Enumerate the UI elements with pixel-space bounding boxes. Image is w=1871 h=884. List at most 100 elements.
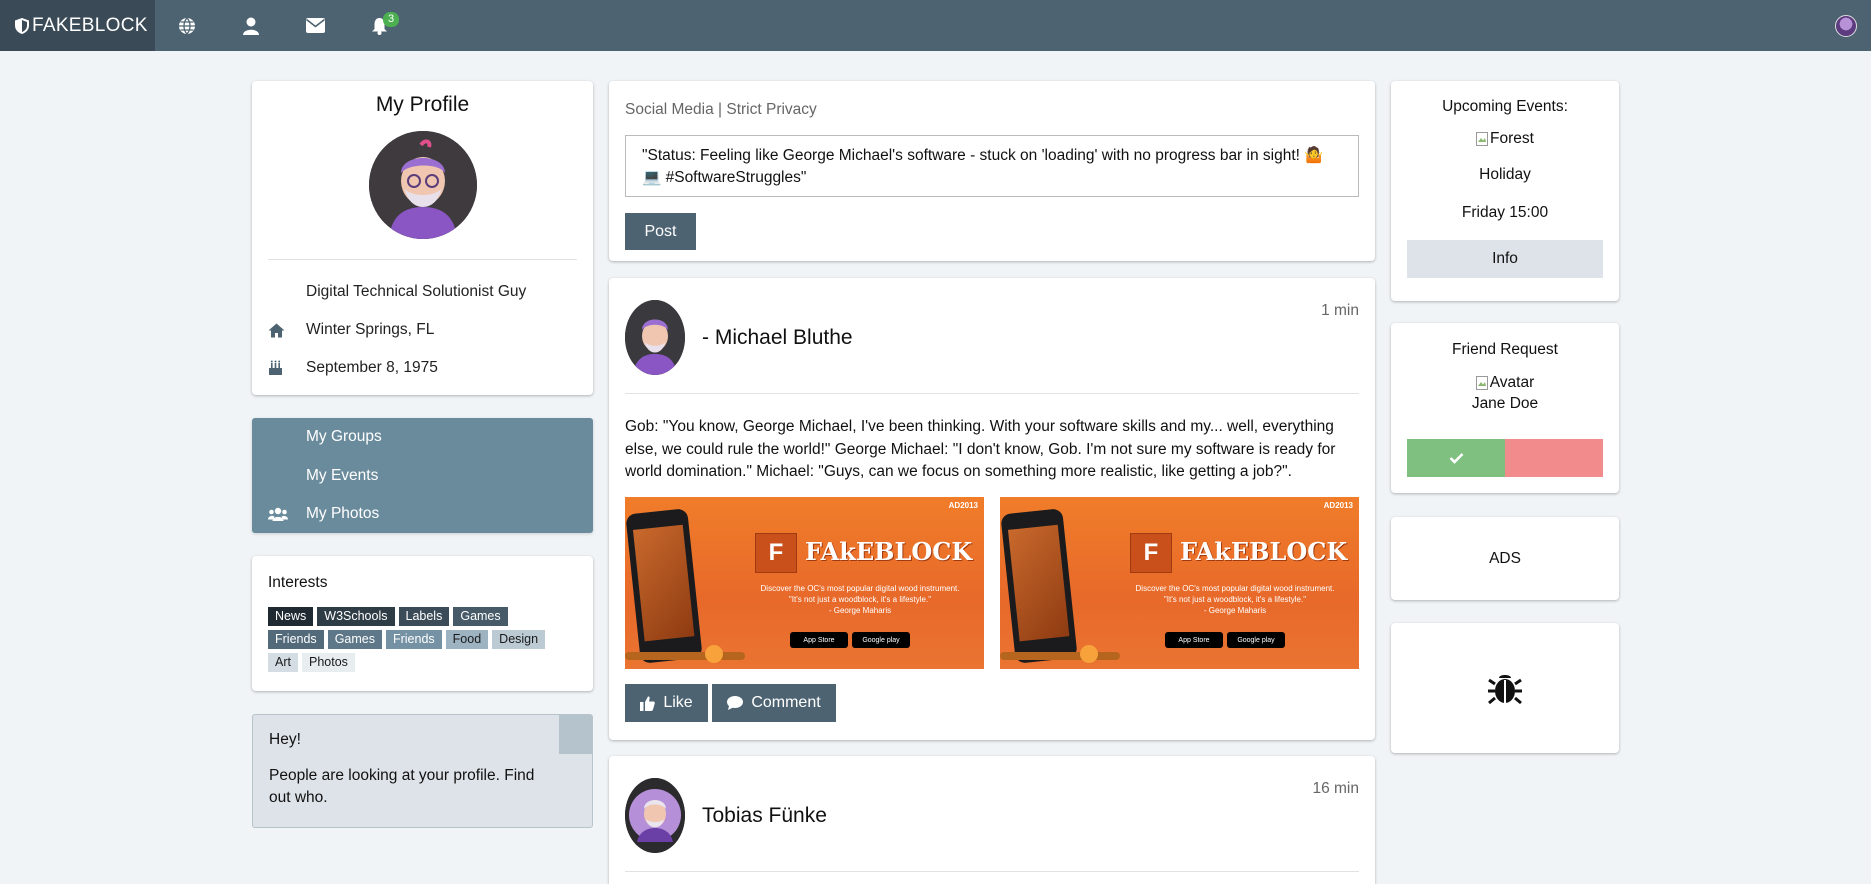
interest-tag[interactable]: Photos — [301, 653, 355, 672]
ad-line-3: - George Maharis — [1203, 606, 1267, 615]
profile-job: Digital Technical Solutionist Guy — [306, 283, 527, 300]
alert-text: People are looking at your profile. Find… — [269, 767, 535, 806]
top-navbar: FAKEBLOCK 3 — [0, 0, 1871, 51]
divider — [268, 259, 577, 260]
upcoming-events-card: Upcoming Events: Forest Holiday Friday 1… — [1391, 81, 1619, 301]
interest-tag[interactable]: Games — [327, 630, 382, 649]
brand-name: FAKEBLOCK — [32, 14, 148, 36]
post-author-avatar[interactable] — [625, 300, 685, 375]
post-button[interactable]: Post — [625, 213, 696, 250]
menu-item-label: My Groups — [306, 428, 382, 446]
profile-job-row: Digital Technical Solutionist Guy — [252, 273, 593, 311]
comment-label: Comment — [751, 694, 821, 711]
profile-location-row: Winter Springs, FL — [252, 311, 593, 349]
post-image[interactable]: AD2013 F FAkEBLOCK Discover the OC's mos… — [1000, 497, 1359, 669]
bug-report-card — [1391, 623, 1619, 753]
alert-title: Hey! — [269, 731, 301, 748]
alert-close-button[interactable] — [559, 715, 592, 754]
post-card: Tobias Fünke 16 min — [609, 756, 1375, 884]
nav-notifications[interactable]: 3 — [347, 0, 411, 51]
app-store-badge: App Store — [1165, 632, 1223, 648]
post-timestamp: 16 min — [1312, 780, 1359, 797]
decline-request-button[interactable] — [1505, 439, 1603, 477]
brand-link[interactable]: FAKEBLOCK — [0, 0, 155, 51]
profile-card: My Profile Digital Technical Solutionist… — [252, 81, 593, 395]
post-author-avatar[interactable] — [625, 778, 685, 853]
birthday-cake-icon — [269, 360, 282, 375]
interest-tag[interactable]: News — [268, 607, 314, 626]
avatar-illustration — [625, 778, 685, 853]
notification-count-badge: 3 — [383, 12, 400, 27]
post-author-name[interactable]: Tobias Fünke — [702, 804, 827, 828]
event-image-alt: Forest — [1490, 130, 1534, 147]
event-image: Forest — [1391, 130, 1619, 148]
ad-line-3: - George Maharis — [828, 606, 892, 615]
profile-location: Winter Springs, FL — [306, 321, 435, 338]
composer-header: Social Media | Strict Privacy — [625, 101, 817, 118]
post-body: Gob: "You know, George Michael, I've bee… — [625, 418, 1336, 480]
post-header: - Michael Bluthe 1 min — [609, 278, 1375, 375]
google-play-badge: Google play — [852, 632, 910, 648]
thumbs-up-icon — [640, 696, 656, 711]
interests-title: Interests — [268, 574, 328, 591]
nav-messages[interactable] — [283, 0, 347, 51]
menu-my-events[interactable]: My Events — [252, 457, 593, 496]
interest-tag[interactable]: Friends — [385, 630, 442, 649]
friend-avatar: Avatar — [1391, 374, 1619, 392]
phone-graphic — [1000, 508, 1078, 664]
ad-copy: Discover the OC's most popular digital w… — [745, 583, 975, 616]
nav-news[interactable] — [155, 0, 219, 51]
interests-tags: News W3Schools Labels Games Friends Games Frie… — [252, 607, 572, 672]
ad-copy: Discover the OC's most popular digital w… — [1120, 583, 1350, 616]
ad-brand-name: FAkEBLOCK — [1180, 537, 1348, 566]
profile-birthday-row: September 8, 1975 — [252, 349, 593, 387]
event-time: Friday 15:00 — [1461, 204, 1549, 221]
avatar-illustration — [368, 131, 477, 239]
interests-card: Interests News W3Schools Labels Games Friend… — [252, 556, 593, 691]
divider — [625, 393, 1359, 394]
bug-report-button[interactable] — [1487, 670, 1523, 711]
google-play-badge: Google play — [1227, 632, 1285, 648]
user-avatar-menu[interactable] — [1835, 15, 1857, 37]
interest-tag[interactable]: Food — [445, 630, 489, 649]
broken-image-icon — [1476, 132, 1489, 146]
comment-button[interactable]: Comment — [712, 684, 836, 722]
app-store-badge: App Store — [790, 632, 848, 648]
friend-request-title: Friend Request — [1452, 341, 1558, 358]
interest-tag[interactable]: Labels — [398, 607, 450, 626]
interest-tag[interactable]: W3Schools — [317, 607, 395, 626]
interest-tag[interactable]: Art — [268, 653, 298, 672]
interest-tag[interactable]: Design — [492, 630, 546, 649]
menu-my-photos[interactable]: My Photos — [252, 495, 593, 534]
like-button[interactable]: Like — [625, 684, 708, 722]
broken-image-icon — [1475, 376, 1488, 390]
menu-item-label: My Photos — [306, 505, 380, 523]
accept-request-button[interactable] — [1407, 439, 1505, 477]
status-input[interactable]: "Status: Feeling like George Michael's s… — [625, 135, 1359, 197]
post-author-name[interactable]: - Michael Bluthe — [702, 326, 853, 350]
divider — [625, 871, 1359, 872]
interest-tag[interactable]: Friends — [268, 630, 324, 649]
events-title: Upcoming Events: — [1442, 98, 1568, 115]
profile-birthday: September 8, 1975 — [306, 359, 438, 376]
like-label: Like — [663, 694, 693, 711]
profile-views-alert: Hey! People are looking at your profile.… — [252, 714, 593, 828]
post-image[interactable]: AD2013 F FAkEBLOCK Discover the OC's mos… — [625, 497, 984, 669]
ad-brand-name: FAkEBLOCK — [805, 537, 973, 566]
event-info-button[interactable]: Info — [1407, 240, 1603, 278]
ads-card: ADS — [1391, 517, 1619, 600]
phone-graphic — [625, 508, 703, 664]
ad-logo-letter: F — [1130, 533, 1172, 573]
bug-icon — [1488, 675, 1522, 705]
avatar-illustration — [625, 300, 685, 375]
ads-label: ADS — [1489, 550, 1521, 567]
ad-badge: AD2013 — [1323, 501, 1353, 510]
menu-my-groups[interactable]: My Groups — [252, 418, 593, 457]
interest-tag[interactable]: Games — [453, 607, 508, 626]
ad-line-2: "It's not just a woodblock, it's a lifes… — [788, 595, 932, 604]
profile-menu: My Groups My Events My Photos — [252, 418, 593, 533]
event-name: Holiday — [1479, 166, 1531, 183]
ad-line-1: Discover the OC's most popular digital w… — [1135, 584, 1335, 593]
nav-account[interactable] — [219, 0, 283, 51]
profile-avatar[interactable] — [368, 131, 477, 239]
